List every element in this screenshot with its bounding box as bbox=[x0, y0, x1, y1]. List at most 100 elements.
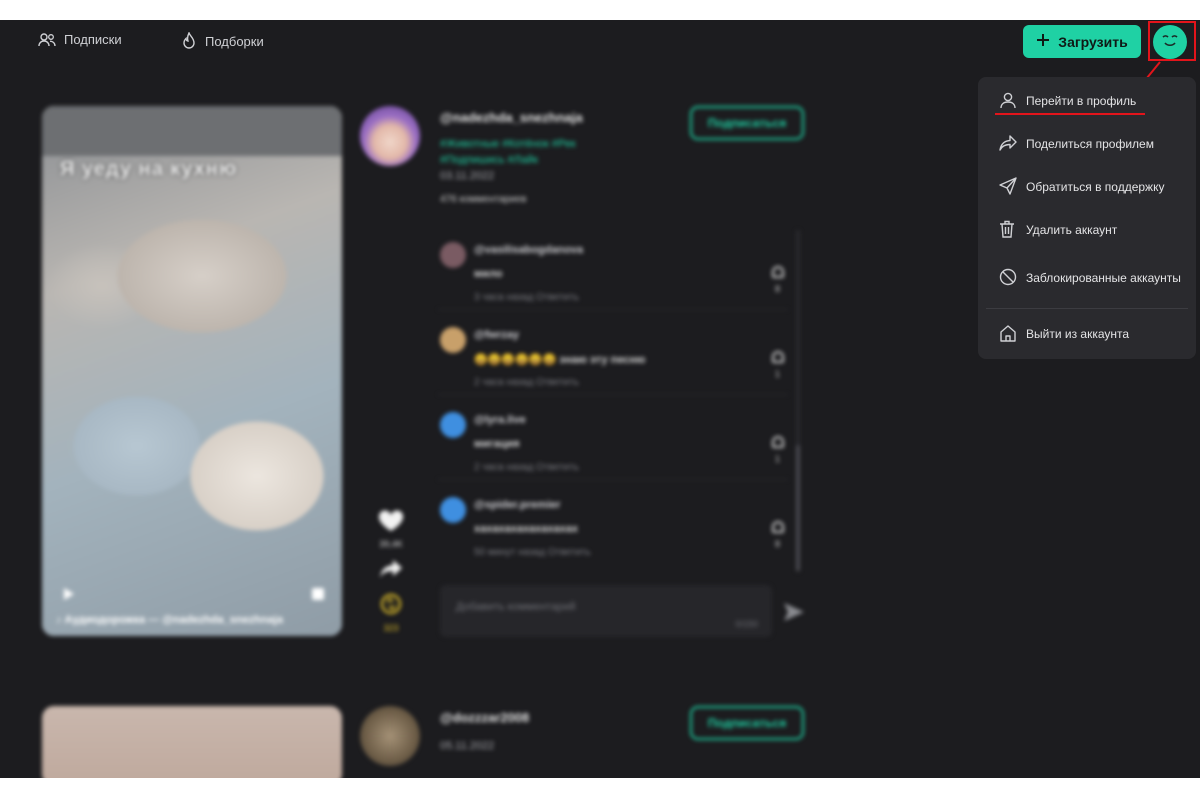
menu-item-label: Заблокированные аккаунты bbox=[1026, 270, 1181, 285]
heart-icon bbox=[378, 510, 404, 536]
comment-meta[interactable]: 50 минут назад Ответить bbox=[474, 547, 591, 558]
repost-count: 323 bbox=[383, 623, 399, 633]
comment-user[interactable]: @fwrzay bbox=[474, 329, 519, 341]
menu-item-label: Удалить аккаунт bbox=[1026, 222, 1118, 237]
tag[interactable]: #Подпишись bbox=[440, 154, 505, 166]
share-arrow-icon bbox=[379, 560, 403, 583]
comment-text: хахахахахахахахах bbox=[474, 523, 579, 535]
home-icon bbox=[999, 324, 1017, 345]
menu-divider bbox=[986, 308, 1188, 309]
heart-icon[interactable] bbox=[772, 266, 784, 278]
comment-meta[interactable]: 2 часа назад Ответить bbox=[474, 377, 579, 388]
comment-user[interactable]: @spider.premier bbox=[474, 499, 561, 511]
annotation-underline bbox=[995, 113, 1145, 115]
comment-char-counter: 0/150 bbox=[735, 619, 758, 629]
post-tags: #Животные #Котёнок #Рек #Подпишись #Лайк bbox=[440, 136, 640, 168]
block-icon bbox=[999, 268, 1017, 289]
menu-item-logout[interactable]: Выйти из аккаунта bbox=[978, 324, 1196, 344]
comment-meta[interactable]: 2 часа назад Ответить bbox=[474, 462, 579, 473]
comment-user[interactable]: @lyra.live bbox=[474, 414, 526, 426]
video-frame-top bbox=[42, 106, 342, 156]
comment-avatar[interactable] bbox=[440, 242, 466, 268]
heart-icon[interactable] bbox=[772, 436, 784, 448]
plus-icon bbox=[1036, 33, 1050, 50]
comment-user[interactable]: @vasilisabogdanova bbox=[474, 244, 583, 256]
tag[interactable]: #Животные bbox=[440, 138, 499, 150]
comment-text: мило bbox=[474, 268, 503, 280]
comments-scrollbar-thumb[interactable] bbox=[796, 445, 800, 571]
comment-like-count: 8 bbox=[775, 539, 781, 549]
video-feed: Я уеду на кухню ♪ Аудиодорожка — @nadezh… bbox=[0, 80, 960, 778]
app-window: Подписки Подборки Загрузить Я уеду на ку… bbox=[0, 20, 1200, 778]
comment-avatar[interactable] bbox=[440, 327, 466, 353]
comment-item: @spider.premier хахахахахахахахах 50 мин… bbox=[438, 485, 788, 565]
menu-item-label: Выйти из аккаунта bbox=[1026, 326, 1130, 341]
subscribe-button[interactable]: Подписаться bbox=[690, 106, 804, 140]
repost-button[interactable]: 323 bbox=[376, 592, 406, 633]
video-audio-track[interactable]: ♪ Аудиодорожка — @nadezhda_snezhnaja bbox=[56, 614, 283, 626]
comment-item: @fwrzay 😄😄😄😄😄😄 знаю эту песню 2 часа наз… bbox=[438, 315, 788, 395]
comment-input[interactable]: Добавить комментарий 0/150 bbox=[440, 585, 772, 637]
author-username[interactable]: @dozzzar2008 bbox=[440, 710, 529, 725]
comments-count: 476 комментариев bbox=[440, 194, 527, 205]
users-icon bbox=[38, 32, 56, 47]
comment-like-count: 8 bbox=[775, 284, 781, 294]
menu-item-go-to-profile[interactable]: Перейти в профиль bbox=[978, 91, 1196, 111]
menu-item-delete-account[interactable]: Удалить аккаунт bbox=[978, 220, 1196, 240]
comment-avatar[interactable] bbox=[440, 497, 466, 523]
post-date: 03.11.2022 bbox=[440, 170, 495, 182]
fire-icon bbox=[181, 32, 197, 50]
menu-item-share-profile[interactable]: Поделиться профилем bbox=[978, 134, 1196, 154]
menu-item-label: Перейти в профиль bbox=[1026, 93, 1137, 108]
heart-icon[interactable] bbox=[772, 521, 784, 533]
upload-button[interactable]: Загрузить bbox=[1023, 25, 1141, 58]
upload-button-label: Загрузить bbox=[1058, 33, 1128, 50]
menu-item-blocked-accounts[interactable]: Заблокированные аккаунты bbox=[978, 263, 1196, 293]
trash-icon bbox=[999, 220, 1015, 241]
volume-icon[interactable] bbox=[312, 588, 324, 600]
video-player[interactable]: Я уеду на кухню ♪ Аудиодорожка — @nadezh… bbox=[42, 106, 342, 636]
tag[interactable]: #Лайк bbox=[508, 154, 538, 166]
nav-subscriptions[interactable]: Подписки bbox=[38, 32, 122, 47]
author-username[interactable]: @nadezhda_snezhnaja bbox=[440, 110, 583, 125]
tag[interactable]: #Котёнок bbox=[502, 138, 549, 150]
comment-text: 😄😄😄😄😄😄 знаю эту песню bbox=[474, 354, 646, 366]
tag[interactable]: #Рек bbox=[552, 138, 576, 150]
like-button[interactable]: 39,4K bbox=[376, 510, 406, 549]
top-bar: Подписки Подборки Загрузить bbox=[0, 20, 1200, 64]
menu-item-label: Поделиться профилем bbox=[1026, 136, 1154, 151]
send-icon bbox=[999, 176, 1017, 198]
comment-avatar[interactable] bbox=[440, 412, 466, 438]
comment-input-placeholder: Добавить комментарий bbox=[456, 601, 576, 613]
nav-collections-label: Подборки bbox=[205, 33, 264, 49]
profile-dropdown-menu: Перейти в профиль Поделиться профилем Об… bbox=[978, 77, 1196, 359]
annotation-highlight-box bbox=[1148, 21, 1196, 61]
comment-like-count: 1 bbox=[775, 369, 781, 379]
repost-icon bbox=[379, 593, 403, 620]
subscribe-button[interactable]: Подписаться bbox=[690, 706, 804, 740]
comments-list[interactable]: @vasilisabogdanova мило 3 часа назад Отв… bbox=[430, 230, 800, 572]
author-avatar[interactable] bbox=[360, 706, 420, 766]
menu-item-contact-support[interactable]: Обратиться в поддержку bbox=[978, 176, 1196, 198]
post-actions: 39,4K 323 bbox=[376, 510, 406, 633]
like-count: 39,4K bbox=[379, 539, 403, 549]
comment-text: мигация bbox=[474, 438, 520, 450]
nav-subscriptions-label: Подписки bbox=[64, 32, 122, 47]
nav-collections[interactable]: Подборки bbox=[181, 32, 264, 50]
user-icon bbox=[999, 91, 1017, 112]
video-frame bbox=[42, 106, 342, 636]
share-icon bbox=[999, 134, 1017, 154]
post-date: 05.11.2022 bbox=[440, 740, 495, 752]
comment-item: @lyra.live мигация 2 часа назад Ответить… bbox=[438, 400, 788, 480]
play-icon[interactable] bbox=[64, 588, 74, 600]
share-button[interactable] bbox=[376, 559, 406, 584]
author-avatar[interactable] bbox=[360, 106, 420, 166]
comment-meta[interactable]: 3 часа назад Ответить bbox=[474, 292, 579, 303]
send-comment-icon[interactable] bbox=[783, 602, 805, 627]
video-caption: Я уеду на кухню bbox=[60, 158, 237, 180]
comment-like-count: 1 bbox=[775, 454, 781, 464]
menu-item-label: Обратиться в поддержку bbox=[1026, 179, 1165, 194]
comment-item: @vasilisabogdanova мило 3 часа назад Отв… bbox=[438, 230, 788, 310]
heart-icon[interactable] bbox=[772, 351, 784, 363]
video-player[interactable] bbox=[42, 706, 342, 778]
